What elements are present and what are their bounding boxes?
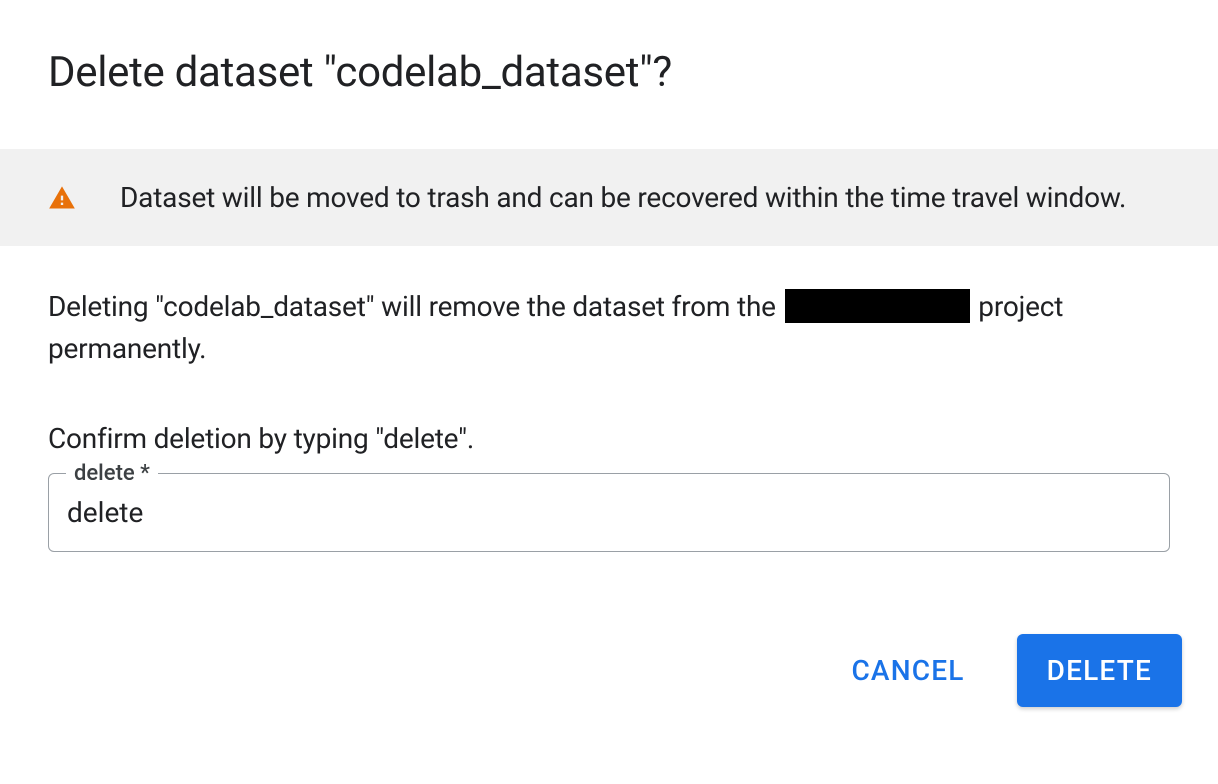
confirm-input-wrapper: delete * [48, 473, 1170, 552]
confirm-instruction: Confirm deletion by typing "delete". [48, 422, 1170, 455]
confirm-input-label: delete * [66, 461, 158, 486]
confirm-delete-input[interactable] [48, 473, 1170, 552]
dialog-title: Delete dataset "codelab_dataset"? [0, 0, 1218, 129]
delete-button[interactable]: DELETE [1017, 634, 1182, 707]
delete-dataset-dialog: Delete dataset "codelab_dataset"? Datase… [0, 0, 1218, 743]
dialog-content: Deleting "codelab_dataset" will remove t… [0, 246, 1218, 552]
dialog-actions: CANCEL DELETE [0, 552, 1218, 743]
warning-icon [48, 184, 76, 212]
banner-text: Dataset will be moved to trash and can b… [120, 181, 1126, 214]
cancel-button[interactable]: CANCEL [827, 638, 988, 703]
redacted-project-name [785, 289, 970, 323]
description-pre: Deleting "codelab_dataset" will remove t… [48, 290, 783, 323]
delete-description: Deleting "codelab_dataset" will remove t… [48, 286, 1170, 370]
info-banner: Dataset will be moved to trash and can b… [0, 149, 1218, 246]
